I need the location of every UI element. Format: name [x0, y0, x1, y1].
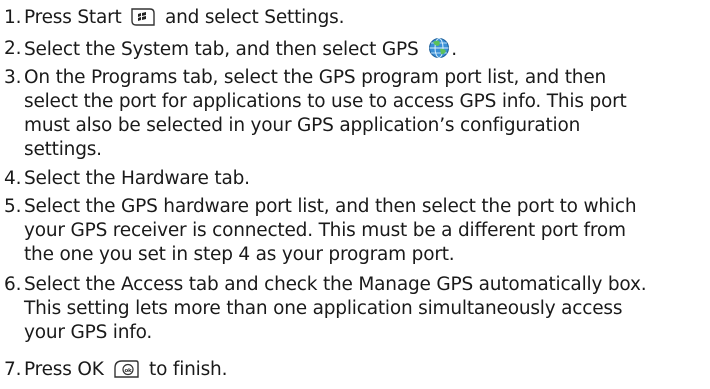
step-text: to finish. [149, 359, 228, 380]
start-button-icon [131, 8, 155, 26]
step-text-line: must also be selected in your GPS applic… [24, 115, 581, 136]
step-number: 4. [4, 168, 22, 189]
step-text: and select Settings. [164, 7, 345, 28]
step-number: 1. [4, 7, 22, 28]
step-number: 2. [4, 38, 22, 59]
step-number: 6. [4, 274, 22, 295]
step-text: Select the System tab, and then select G… [24, 39, 419, 60]
step-text-line: your GPS info. [24, 322, 153, 343]
step-text-line: settings. [24, 139, 102, 160]
step-text: Press Start [24, 7, 122, 28]
step-number: 5. [4, 196, 22, 217]
step-text-line: your GPS receiver is connected. This mus… [24, 220, 626, 241]
step-text-line: select the port for applications to use … [24, 91, 627, 112]
step-number: 7. [4, 359, 22, 380]
step-text-line: Select the Access tab and check the Mana… [24, 274, 647, 295]
instruction-list: 1. Press Start and select Settings. 2. S… [0, 0, 710, 389]
step-number: 3. [4, 67, 22, 88]
step-text-line: Select the GPS hardware port list, and t… [24, 196, 637, 217]
step-text-line: the one you set in step 4 as your progra… [24, 244, 455, 265]
gps-globe-icon [429, 38, 450, 58]
step-text-line: This setting lets more than one applicat… [24, 298, 623, 319]
svg-text:ok: ok [125, 368, 133, 374]
step-text: . [451, 39, 457, 60]
step-text-line: Select the Hardware tab. [24, 168, 250, 189]
step-text: Press OK [24, 359, 104, 380]
step-text-line: On the Programs tab, select the GPS prog… [24, 67, 607, 88]
ok-button-icon: ok [114, 360, 140, 378]
